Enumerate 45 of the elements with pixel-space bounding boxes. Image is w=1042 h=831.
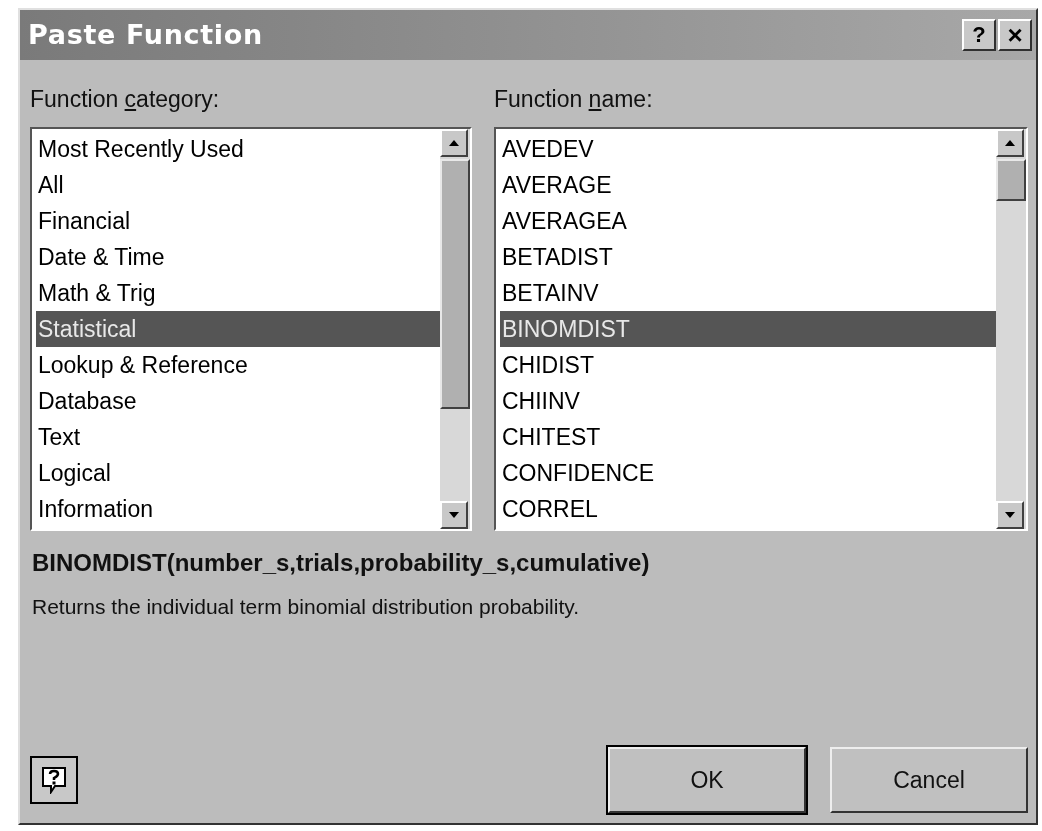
list-item[interactable]: Math & Trig [36,274,440,311]
list-item[interactable]: CHITEST [500,418,996,455]
list-item[interactable]: Financial [36,202,440,239]
list-item[interactable]: AVERAGE [500,166,996,203]
down-arrow-icon [448,510,460,519]
list-label: Function category: [30,85,221,114]
window-title: Paste Function [28,17,264,52]
list-label: Function name: [494,85,654,114]
list-item[interactable]: Text [36,418,440,455]
close-button[interactable]: × [998,19,1032,51]
list-item[interactable]: Lookup & Reference [36,346,440,383]
list-item[interactable]: All [36,166,440,203]
scrollbar-thumb[interactable] [996,158,1026,201]
scroll-down-button[interactable] [440,500,468,529]
help-balloon-icon [41,766,67,794]
list-item[interactable]: Database [36,382,440,419]
function-description: Returns the individual term binomial distribution probability. [31,593,581,620]
scroll-down-button[interactable] [996,500,1024,529]
up-arrow-icon [1004,138,1016,147]
list-item[interactable]: Most Recently Used [36,130,440,167]
dialog-button[interactable]: OK [608,747,806,813]
scroll-up-button[interactable] [996,128,1024,157]
up-arrow-icon [448,138,460,147]
list-item[interactable]: CORREL [500,490,996,527]
list-item[interactable]: CHIINV [500,382,996,419]
list-item[interactable]: CHIDIST [500,346,996,383]
help-icon-button[interactable] [30,756,78,804]
list-item[interactable]: Information [36,490,440,527]
list-item[interactable]: CONFIDENCE [500,454,996,491]
down-arrow-icon [1004,510,1016,519]
list-item[interactable]: BETADIST [500,238,996,275]
help-button[interactable]: ? [962,19,996,51]
scroll-up-button[interactable] [440,128,468,157]
list-item[interactable]: BETAINV [500,274,996,311]
list-item[interactable]: AVERAGEA [500,202,996,239]
list-item[interactable]: Logical [36,454,440,491]
list-item[interactable]: Date & Time [36,238,440,275]
list-item[interactable]: Statistical [36,310,440,347]
scrollbar[interactable] [440,128,470,529]
scrollbar[interactable] [996,128,1026,529]
list-item[interactable]: AVEDEV [500,130,996,167]
dialog-button[interactable]: Cancel [830,747,1028,813]
scrollbar-thumb[interactable] [440,158,470,409]
list-item[interactable]: BINOMDIST [500,310,996,347]
function-signature: BINOMDIST(number_s,trials,probability_s,cumulative) [31,547,651,578]
